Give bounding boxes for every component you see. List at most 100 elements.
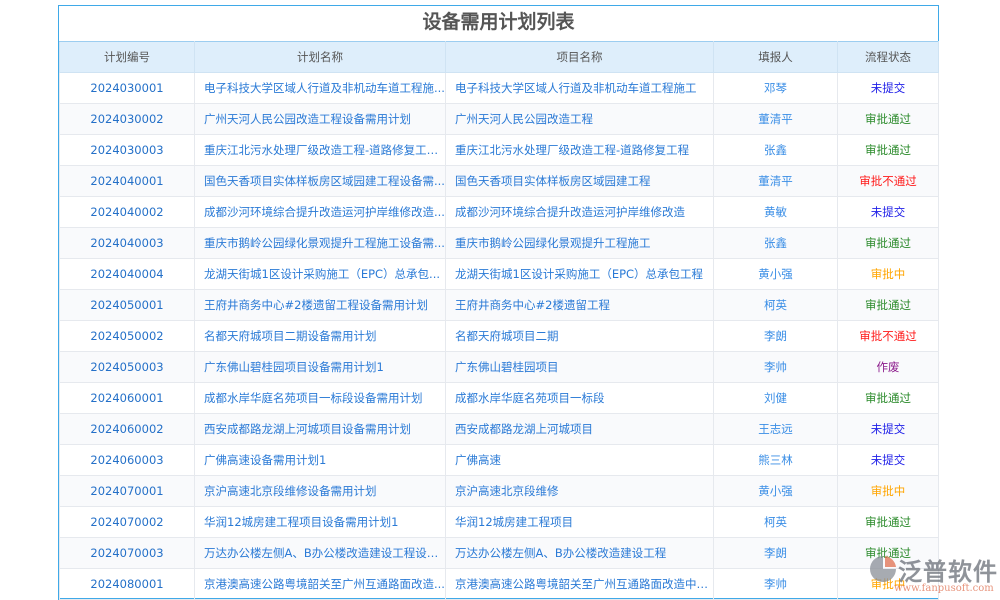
status-badge: 审批通过 [838,104,939,135]
plan-id-link[interactable]: 2024070002 [60,507,195,538]
table-row[interactable]: 2024040002成都沙河环境综合提升改造运河护岸维修改造...成都沙河环境综… [60,197,939,228]
plan-name-link[interactable]: 重庆市鹅岭公园绿化景观提升工程施工设备需... [195,228,446,259]
equipment-plan-list-panel: 设备需用计划列表 计划编号 计划名称 项目名称 填报人 流程状态 2024030… [58,5,939,600]
project-name-link[interactable]: 西安成都路龙湖上河城项目 [446,414,714,445]
reporter-name: 王志远 [714,414,838,445]
plan-name-link[interactable]: 万达办公楼左侧A、B办公楼改造建设工程设备... [195,538,446,569]
project-name-link[interactable]: 王府井商务中心#2楼遗留工程 [446,290,714,321]
plan-id-link[interactable]: 2024070001 [60,476,195,507]
table-row[interactable]: 2024050002名都天府城项目二期设备需用计划名都天府城项目二期李朗审批不通… [60,321,939,352]
plan-name-link[interactable]: 京港澳高速公路粤境韶关至广州互通路面改造... [195,569,446,600]
project-name-link[interactable]: 名都天府城项目二期 [446,321,714,352]
project-name-link[interactable]: 电子科技大学区域人行道及非机动车道工程施工 [446,73,714,104]
watermark-url: www.fanpusoft.com [894,583,994,594]
table-row[interactable]: 2024040001国色天香项目实体样板房区域园建工程设备需...国色天香项目实… [60,166,939,197]
reporter-name: 张鑫 [714,228,838,259]
reporter-name: 李朗 [714,321,838,352]
plan-name-link[interactable]: 广州天河人民公园改造工程设备需用计划 [195,104,446,135]
project-name-link[interactable]: 万达办公楼左侧A、B办公楼改造建设工程 [446,538,714,569]
plan-name-link[interactable]: 重庆江北污水处理厂级改造工程-道路修复工程... [195,135,446,166]
plan-table: 计划编号 计划名称 项目名称 填报人 流程状态 2024030001电子科技大学… [59,41,939,600]
table-row[interactable]: 2024030002广州天河人民公园改造工程设备需用计划广州天河人民公园改造工程… [60,104,939,135]
table-row[interactable]: 2024070002华润12城房建工程项目设备需用计划1华润12城房建工程项目柯… [60,507,939,538]
reporter-name: 黄小强 [714,476,838,507]
plan-id-link[interactable]: 2024060003 [60,445,195,476]
plan-id-link[interactable]: 2024060001 [60,383,195,414]
plan-name-link[interactable]: 名都天府城项目二期设备需用计划 [195,321,446,352]
project-name-link[interactable]: 成都沙河环境综合提升改造运河护岸维修改造 [446,197,714,228]
table-row[interactable]: 2024030003重庆江北污水处理厂级改造工程-道路修复工程...重庆江北污水… [60,135,939,166]
status-badge: 审批不通过 [838,166,939,197]
column-header-plan-id[interactable]: 计划编号 [60,42,195,73]
plan-name-link[interactable]: 电子科技大学区域人行道及非机动车道工程施... [195,73,446,104]
plan-id-link[interactable]: 2024030001 [60,73,195,104]
plan-id-link[interactable]: 2024040001 [60,166,195,197]
plan-name-link[interactable]: 广佛高速设备需用计划1 [195,445,446,476]
reporter-name: 李帅 [714,569,838,600]
reporter-name: 刘健 [714,383,838,414]
plan-id-link[interactable]: 2024030002 [60,104,195,135]
table-row[interactable]: 2024070001京沪高速北京段维修设备需用计划京沪高速北京段维修黄小强审批中 [60,476,939,507]
project-name-link[interactable]: 成都水岸华庭名苑项目一标段 [446,383,714,414]
project-name-link[interactable]: 国色天香项目实体样板房区域园建工程 [446,166,714,197]
reporter-name: 李帅 [714,352,838,383]
status-badge: 审批不通过 [838,321,939,352]
status-badge: 未提交 [838,445,939,476]
table-row[interactable]: 2024040004龙湖天街城1区设计采购施工（EPC）总承包...龙湖天街城1… [60,259,939,290]
table-row[interactable]: 2024070003万达办公楼左侧A、B办公楼改造建设工程设备...万达办公楼左… [60,538,939,569]
project-name-link[interactable]: 广东佛山碧桂园项目 [446,352,714,383]
plan-name-link[interactable]: 西安成都路龙湖上河城项目设备需用计划 [195,414,446,445]
table-row[interactable]: 2024040003重庆市鹅岭公园绿化景观提升工程施工设备需...重庆市鹅岭公园… [60,228,939,259]
plan-id-link[interactable]: 2024050001 [60,290,195,321]
table-row[interactable]: 2024060002西安成都路龙湖上河城项目设备需用计划西安成都路龙湖上河城项目… [60,414,939,445]
status-badge: 未提交 [838,414,939,445]
reporter-name: 柯英 [714,507,838,538]
plan-name-link[interactable]: 华润12城房建工程项目设备需用计划1 [195,507,446,538]
project-name-link[interactable]: 华润12城房建工程项目 [446,507,714,538]
plan-id-link[interactable]: 2024030003 [60,135,195,166]
table-row[interactable]: 2024050001王府井商务中心#2楼遗留工程设备需用计划王府井商务中心#2楼… [60,290,939,321]
project-name-link[interactable]: 广州天河人民公园改造工程 [446,104,714,135]
plan-id-link[interactable]: 2024070003 [60,538,195,569]
status-badge: 未提交 [838,73,939,104]
project-name-link[interactable]: 京港澳高速公路粤境韶关至广州互通路面改造中修... [446,569,714,600]
status-badge: 审批通过 [838,290,939,321]
column-header-project-name[interactable]: 项目名称 [446,42,714,73]
page-title: 设备需用计划列表 [59,6,938,41]
plan-id-link[interactable]: 2024060002 [60,414,195,445]
table-row[interactable]: 2024050003广东佛山碧桂园项目设备需用计划1广东佛山碧桂园项目李帅作废 [60,352,939,383]
table-row[interactable]: 2024080001京港澳高速公路粤境韶关至广州互通路面改造...京港澳高速公路… [60,569,939,600]
fanpusoft-watermark-logo: 泛普软件 www.fanpusoft.com [866,550,1000,600]
plan-id-link[interactable]: 2024040002 [60,197,195,228]
status-badge: 未提交 [838,197,939,228]
project-name-link[interactable]: 广佛高速 [446,445,714,476]
plan-id-link[interactable]: 2024050003 [60,352,195,383]
plan-name-link[interactable]: 京沪高速北京段维修设备需用计划 [195,476,446,507]
project-name-link[interactable]: 重庆江北污水处理厂级改造工程-道路修复工程 [446,135,714,166]
plan-id-link[interactable]: 2024040003 [60,228,195,259]
column-header-reporter[interactable]: 填报人 [714,42,838,73]
table-header: 计划编号 计划名称 项目名称 填报人 流程状态 [60,42,939,73]
column-header-plan-name[interactable]: 计划名称 [195,42,446,73]
plan-name-link[interactable]: 广东佛山碧桂园项目设备需用计划1 [195,352,446,383]
project-name-link[interactable]: 重庆市鹅岭公园绿化景观提升工程施工 [446,228,714,259]
table-row[interactable]: 2024060001成都水岸华庭名苑项目一标段设备需用计划成都水岸华庭名苑项目一… [60,383,939,414]
column-header-status[interactable]: 流程状态 [838,42,939,73]
reporter-name: 熊三林 [714,445,838,476]
plan-name-link[interactable]: 龙湖天街城1区设计采购施工（EPC）总承包... [195,259,446,290]
plan-id-link[interactable]: 2024050002 [60,321,195,352]
plan-id-link[interactable]: 2024040004 [60,259,195,290]
table-row[interactable]: 2024060003广佛高速设备需用计划1广佛高速熊三林未提交 [60,445,939,476]
status-badge: 审批通过 [838,228,939,259]
table-row[interactable]: 2024030001电子科技大学区域人行道及非机动车道工程施...电子科技大学区… [60,73,939,104]
status-badge: 审批中 [838,259,939,290]
reporter-name: 柯英 [714,290,838,321]
project-name-link[interactable]: 京沪高速北京段维修 [446,476,714,507]
plan-name-link[interactable]: 成都水岸华庭名苑项目一标段设备需用计划 [195,383,446,414]
status-badge: 审批中 [838,476,939,507]
project-name-link[interactable]: 龙湖天街城1区设计采购施工（EPC）总承包工程 [446,259,714,290]
plan-id-link[interactable]: 2024080001 [60,569,195,600]
plan-name-link[interactable]: 成都沙河环境综合提升改造运河护岸维修改造... [195,197,446,228]
plan-name-link[interactable]: 王府井商务中心#2楼遗留工程设备需用计划 [195,290,446,321]
plan-name-link[interactable]: 国色天香项目实体样板房区域园建工程设备需... [195,166,446,197]
